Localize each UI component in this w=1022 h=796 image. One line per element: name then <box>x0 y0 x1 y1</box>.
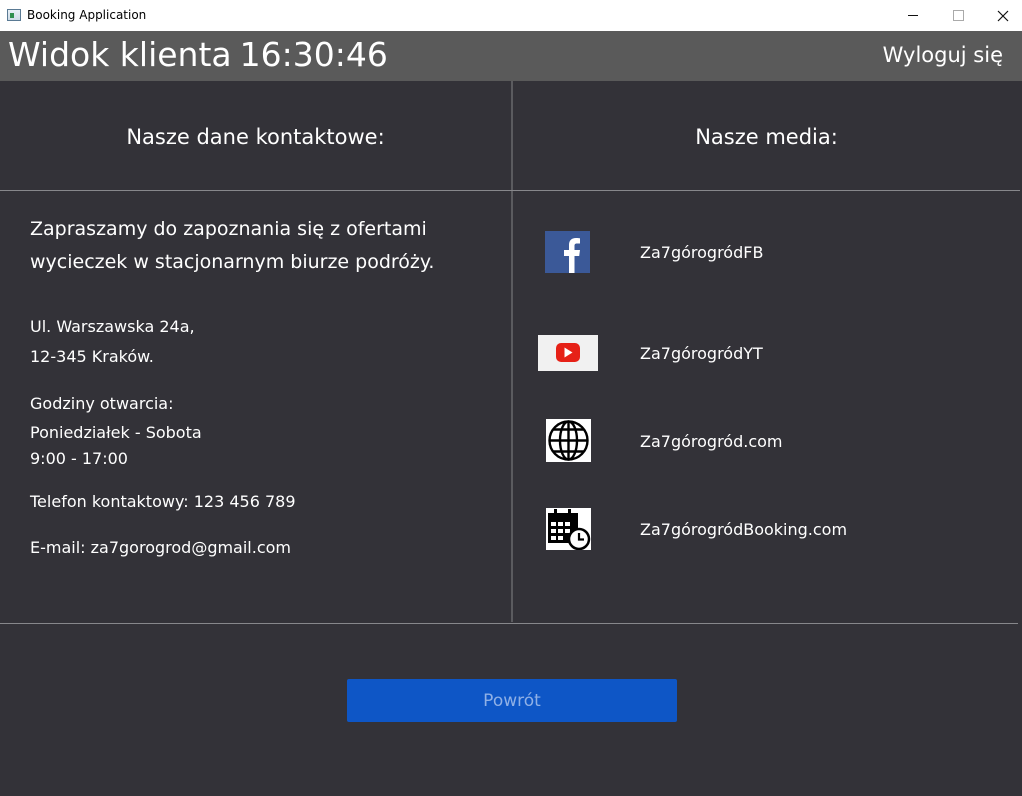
view-title: Widok klienta 16:30:46 <box>8 35 388 74</box>
minimize-button[interactable] <box>890 0 936 31</box>
phone-text: Telefon kontaktowy: 123 456 789 <box>30 492 296 511</box>
hours-days: Poniedziałek - Sobota <box>30 423 202 442</box>
address-line-2: 12-345 Kraków. <box>30 347 154 366</box>
youtube-icon[interactable] <box>538 335 598 371</box>
column-divider <box>511 81 513 622</box>
maximize-icon <box>952 10 964 21</box>
window-title: Booking Application <box>27 8 147 22</box>
facebook-icon[interactable] <box>545 231 590 273</box>
booking-label[interactable]: Za7górogródBooking.com <box>640 520 847 539</box>
view-title-text: Widok klienta <box>8 35 232 74</box>
footer-divider <box>0 623 1018 624</box>
back-button[interactable]: Powrót <box>347 679 677 722</box>
hours-time: 9:00 - 17:00 <box>30 449 128 468</box>
contact-heading: Nasze dane kontaktowe: <box>126 125 385 149</box>
app-icon <box>7 9 21 21</box>
maximize-button[interactable] <box>935 0 981 31</box>
calendar-clock-icon[interactable] <box>546 508 591 550</box>
contact-intro: Zapraszamy do zapoznania się z ofertami … <box>30 218 435 273</box>
app-header: Widok klienta 16:30:46 Wyloguj się <box>0 31 1022 81</box>
logout-link[interactable]: Wyloguj się <box>883 43 1003 67</box>
email-text: E-mail: za7gorogrod@gmail.com <box>30 538 292 557</box>
facebook-label[interactable]: Za7górogródFB <box>640 243 763 262</box>
app-window: Booking Application Widok klienta 16:30:4… <box>0 0 1022 796</box>
website-label[interactable]: Za7górogród.com <box>640 432 783 451</box>
clock: 16:30:46 <box>239 35 388 74</box>
window-titlebar[interactable]: Booking Application <box>0 0 1022 31</box>
globe-icon[interactable] <box>546 419 591 462</box>
minimize-icon <box>908 15 918 16</box>
close-button[interactable] <box>980 0 1022 31</box>
close-icon <box>997 10 1009 21</box>
media-heading: Nasze media: <box>695 125 838 149</box>
hours-label: Godziny otwarcia: <box>30 394 174 413</box>
youtube-label[interactable]: Za7górogródYT <box>640 344 763 363</box>
address-line-1: Ul. Warszawska 24a, <box>30 317 195 336</box>
heading-divider <box>0 190 1020 191</box>
